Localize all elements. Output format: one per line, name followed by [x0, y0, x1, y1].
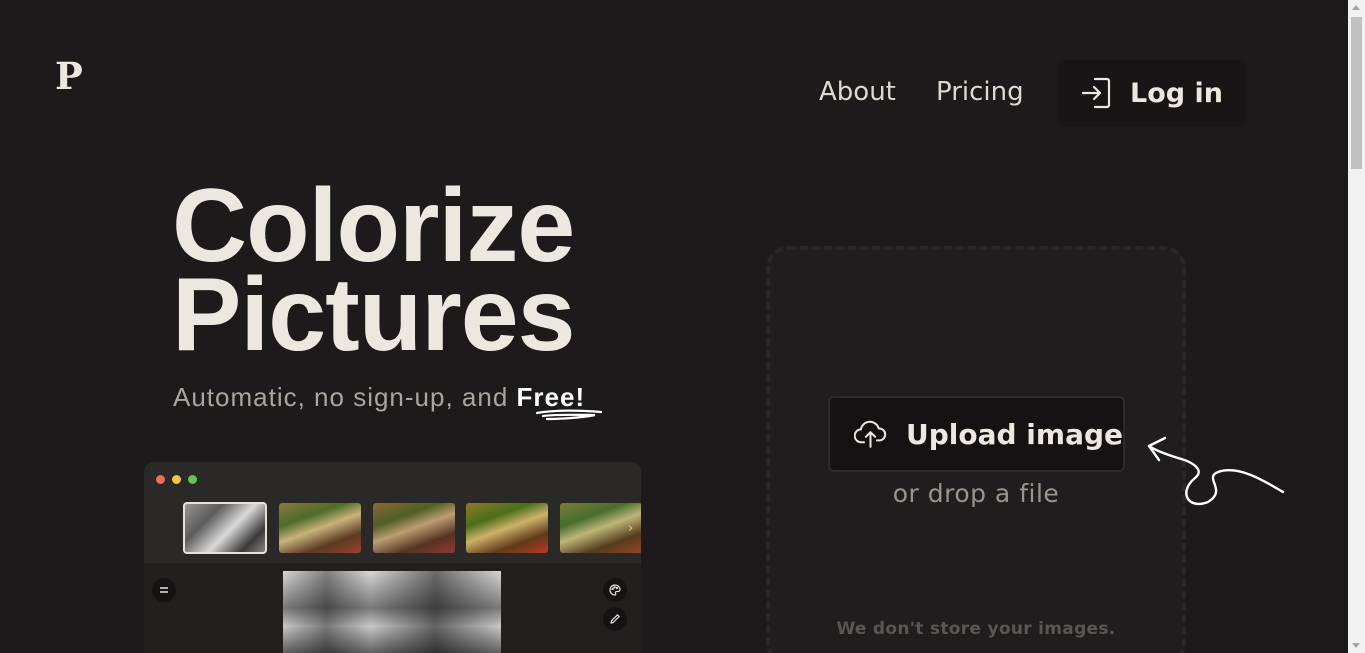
logo[interactable]: P — [55, 58, 83, 95]
pen-icon — [603, 607, 627, 631]
login-icon — [1081, 77, 1111, 109]
drop-file-text: or drop a file — [892, 479, 1060, 508]
upload-image-button[interactable]: Upload image — [828, 396, 1125, 472]
scroll-up-icon[interactable] — [1352, 5, 1360, 10]
app-preview: › — [144, 462, 641, 653]
cloud-upload-icon — [854, 420, 887, 448]
thumbnail-colorized — [373, 503, 455, 553]
thumbnail-colorized — [466, 503, 548, 553]
menu-icon — [152, 578, 176, 602]
chevron-right-icon: › — [628, 521, 634, 536]
nav-pricing-link[interactable]: Pricing — [936, 76, 1024, 108]
palette-icon — [603, 578, 627, 602]
hero-title-line-2: Pictures — [172, 257, 575, 373]
scrollbar-thumb[interactable] — [1351, 17, 1362, 169]
upload-image-label: Upload image — [906, 417, 1123, 451]
window-close-dot — [156, 475, 165, 484]
nav-about-link[interactable]: About — [819, 76, 896, 108]
page-scrollbar[interactable] — [1348, 0, 1365, 653]
privacy-note: We don't store your images. — [836, 619, 1116, 639]
login-button[interactable]: Log in — [1058, 60, 1246, 126]
window-titlebar — [144, 462, 641, 496]
page: P About Pricing Log in Colorize Pictures… — [0, 0, 1365, 653]
arrow-doodle — [1147, 436, 1285, 506]
hero-subtitle-text: Automatic, no sign-up, and — [173, 382, 517, 412]
thumbnail-original — [183, 502, 267, 554]
window-minimize-dot — [172, 475, 181, 484]
editor-canvas — [144, 563, 641, 653]
thumbnail-colorized — [279, 503, 361, 553]
window-maximize-dot — [188, 475, 197, 484]
scroll-down-icon[interactable] — [1352, 643, 1360, 648]
thumbnail-strip — [183, 502, 641, 555]
free-underline-squiggle — [535, 409, 603, 421]
hero-title: Colorize Pictures — [172, 174, 575, 373]
preview-photo — [283, 571, 501, 653]
hero-subtitle: Automatic, no sign-up, and Free! — [173, 382, 585, 413]
login-label: Log in — [1130, 77, 1223, 109]
